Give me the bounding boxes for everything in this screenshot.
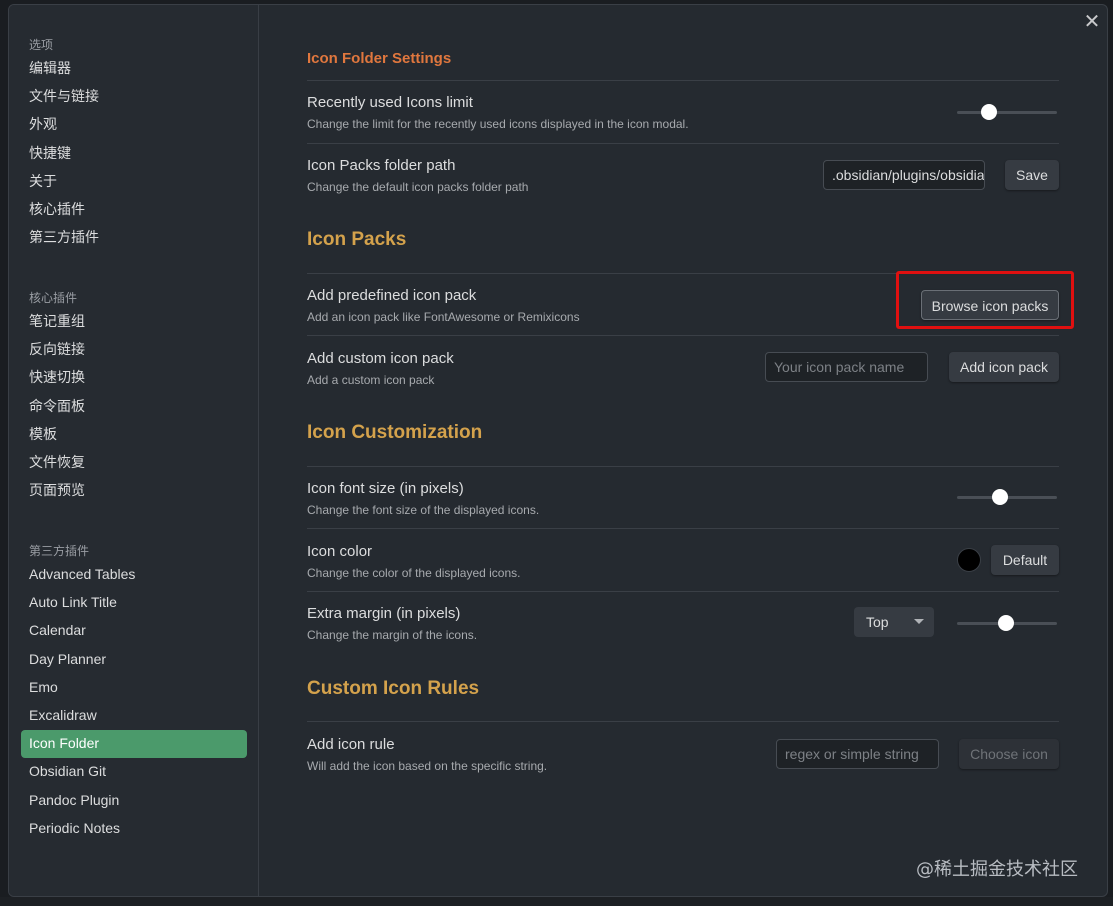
slider-thumb[interactable]	[992, 489, 1008, 505]
setting-desc-font-size: Change the font size of the displayed ic…	[307, 503, 540, 517]
divider	[307, 721, 1059, 722]
sidebar-item-note-composer[interactable]: 笔记重组	[21, 308, 247, 336]
divider	[307, 591, 1059, 592]
sidebar-item-community-plugins[interactable]: 第三方插件	[21, 224, 247, 252]
color-picker-swatch[interactable]	[957, 548, 981, 572]
slider-track	[957, 111, 1057, 114]
watermark: @稀土掘金技术社区	[916, 859, 1078, 880]
section-title-rules: Custom Icon Rules	[307, 678, 480, 699]
setting-desc-add-rule: Will add the icon based on the specific …	[307, 759, 548, 773]
sidebar-heading-community: 第三方插件	[29, 544, 90, 558]
sidebar-item-day-planner[interactable]: Day Planner	[21, 646, 247, 674]
sidebar-item-hotkeys[interactable]: 快捷键	[21, 140, 247, 168]
sidebar-item-periodic-notes[interactable]: Periodic Notes	[21, 815, 247, 843]
chevron-down-icon	[914, 619, 924, 624]
sidebar-item-quick-switcher[interactable]: 快速切换	[21, 364, 247, 392]
setting-desc-predefined-pack: Add an icon pack like FontAwesome or Rem…	[307, 310, 580, 324]
sidebar-section-community: 第三方插件 Advanced Tables Auto Link Title Ca…	[21, 541, 247, 843]
setting-name-predefined-pack: Add predefined icon pack	[307, 287, 477, 304]
sidebar-item-obsidian-git[interactable]: Obsidian Git	[21, 758, 247, 786]
setting-name-add-rule: Add icon rule	[307, 736, 395, 753]
sidebar-section-options: 选项 编辑器 文件与链接 外观 快捷键 关于 核心插件 第三方插件	[21, 35, 247, 252]
section-title-icon-packs: Icon Packs	[307, 229, 407, 250]
custom-pack-name-input[interactable]: Your icon pack name	[765, 352, 928, 382]
sidebar-item-icon-folder[interactable]: Icon Folder	[21, 730, 247, 759]
setting-name-icon-color: Icon color	[307, 543, 373, 560]
sidebar-item-auto-link-title[interactable]: Auto Link Title	[21, 589, 247, 617]
divider	[307, 143, 1059, 144]
setting-name-extra-margin: Extra margin (in pixels)	[307, 605, 461, 622]
divider	[307, 335, 1059, 336]
margin-slider[interactable]	[957, 613, 1057, 633]
sidebar-item-calendar[interactable]: Calendar	[21, 617, 247, 645]
setting-desc-icon-color: Change the color of the displayed icons.	[307, 566, 521, 580]
divider	[307, 273, 1059, 274]
save-button[interactable]: Save	[1005, 160, 1059, 190]
sidebar-item-file-recovery[interactable]: 文件恢复	[21, 449, 247, 477]
add-icon-pack-button[interactable]: Add icon pack	[949, 352, 1059, 382]
sidebar-item-pandoc-plugin[interactable]: Pandoc Plugin	[21, 787, 247, 815]
select-value: Top	[866, 614, 889, 630]
choose-icon-button[interactable]: Choose icon	[959, 739, 1059, 769]
setting-name-font-size: Icon font size (in pixels)	[307, 480, 464, 497]
sidebar-heading-core: 核心插件	[29, 291, 78, 305]
sidebar-item-backlinks[interactable]: 反向链接	[21, 336, 247, 364]
sidebar-item-editor[interactable]: 编辑器	[21, 55, 247, 83]
divider	[307, 80, 1059, 81]
sidebar-item-emo[interactable]: Emo	[21, 674, 247, 702]
sidebar-item-advanced-tables[interactable]: Advanced Tables	[21, 561, 247, 589]
setting-desc-packs-path: Change the default icon packs folder pat…	[307, 180, 529, 194]
setting-desc-recent-limit: Change the limit for the recently used i…	[307, 117, 689, 131]
sidebar-item-core-plugins[interactable]: 核心插件	[21, 196, 247, 224]
setting-name-packs-path: Icon Packs folder path	[307, 157, 456, 174]
sidebar-section-core: 核心插件 笔记重组 反向链接 快速切换 命令面板 模板 文件恢复 页面预览	[21, 288, 247, 505]
section-title-customization: Icon Customization	[307, 422, 483, 443]
setting-desc-extra-margin: Change the margin of the icons.	[307, 628, 478, 642]
setting-name-custom-pack: Add custom icon pack	[307, 350, 454, 367]
sidebar-item-appearance[interactable]: 外观	[21, 111, 247, 139]
sidebar-item-files-links[interactable]: 文件与链接	[21, 83, 247, 111]
background-strip	[0, 897, 1113, 906]
default-color-button[interactable]: Default	[991, 545, 1059, 575]
divider	[307, 466, 1059, 467]
sidebar-item-page-preview[interactable]: 页面预览	[21, 477, 247, 505]
sidebar-item-about[interactable]: 关于	[21, 168, 247, 196]
font-size-slider[interactable]	[957, 487, 1057, 507]
sidebar-item-excalidraw[interactable]: Excalidraw	[21, 702, 247, 730]
margin-direction-select[interactable]: Top	[854, 607, 934, 637]
slider-thumb[interactable]	[981, 104, 997, 120]
setting-desc-custom-pack: Add a custom icon pack	[307, 373, 435, 387]
setting-name-recent-limit: Recently used Icons limit	[307, 94, 473, 111]
recent-limit-slider[interactable]	[957, 102, 1057, 122]
browse-icon-packs-button[interactable]: Browse icon packs	[921, 290, 1059, 320]
sidebar-item-command-palette[interactable]: 命令面板	[21, 393, 247, 421]
close-icon[interactable]: ✕	[1081, 11, 1103, 33]
divider	[307, 528, 1059, 529]
packs-path-input[interactable]: .obsidian/plugins/obsidian-icon-folder/i…	[823, 160, 985, 190]
slider-thumb[interactable]	[998, 615, 1014, 631]
rule-string-input[interactable]: regex or simple string	[776, 739, 939, 769]
sidebar-heading-options: 选项	[29, 38, 54, 52]
section-title-settings: Icon Folder Settings	[307, 50, 452, 67]
settings-sidebar: 选项 编辑器 文件与链接 外观 快捷键 关于 核心插件 第三方插件 核心插件 笔…	[9, 5, 259, 896]
sidebar-item-templates[interactable]: 模板	[21, 421, 247, 449]
settings-modal: 选项 编辑器 文件与链接 外观 快捷键 关于 核心插件 第三方插件 核心插件 笔…	[8, 4, 1108, 897]
